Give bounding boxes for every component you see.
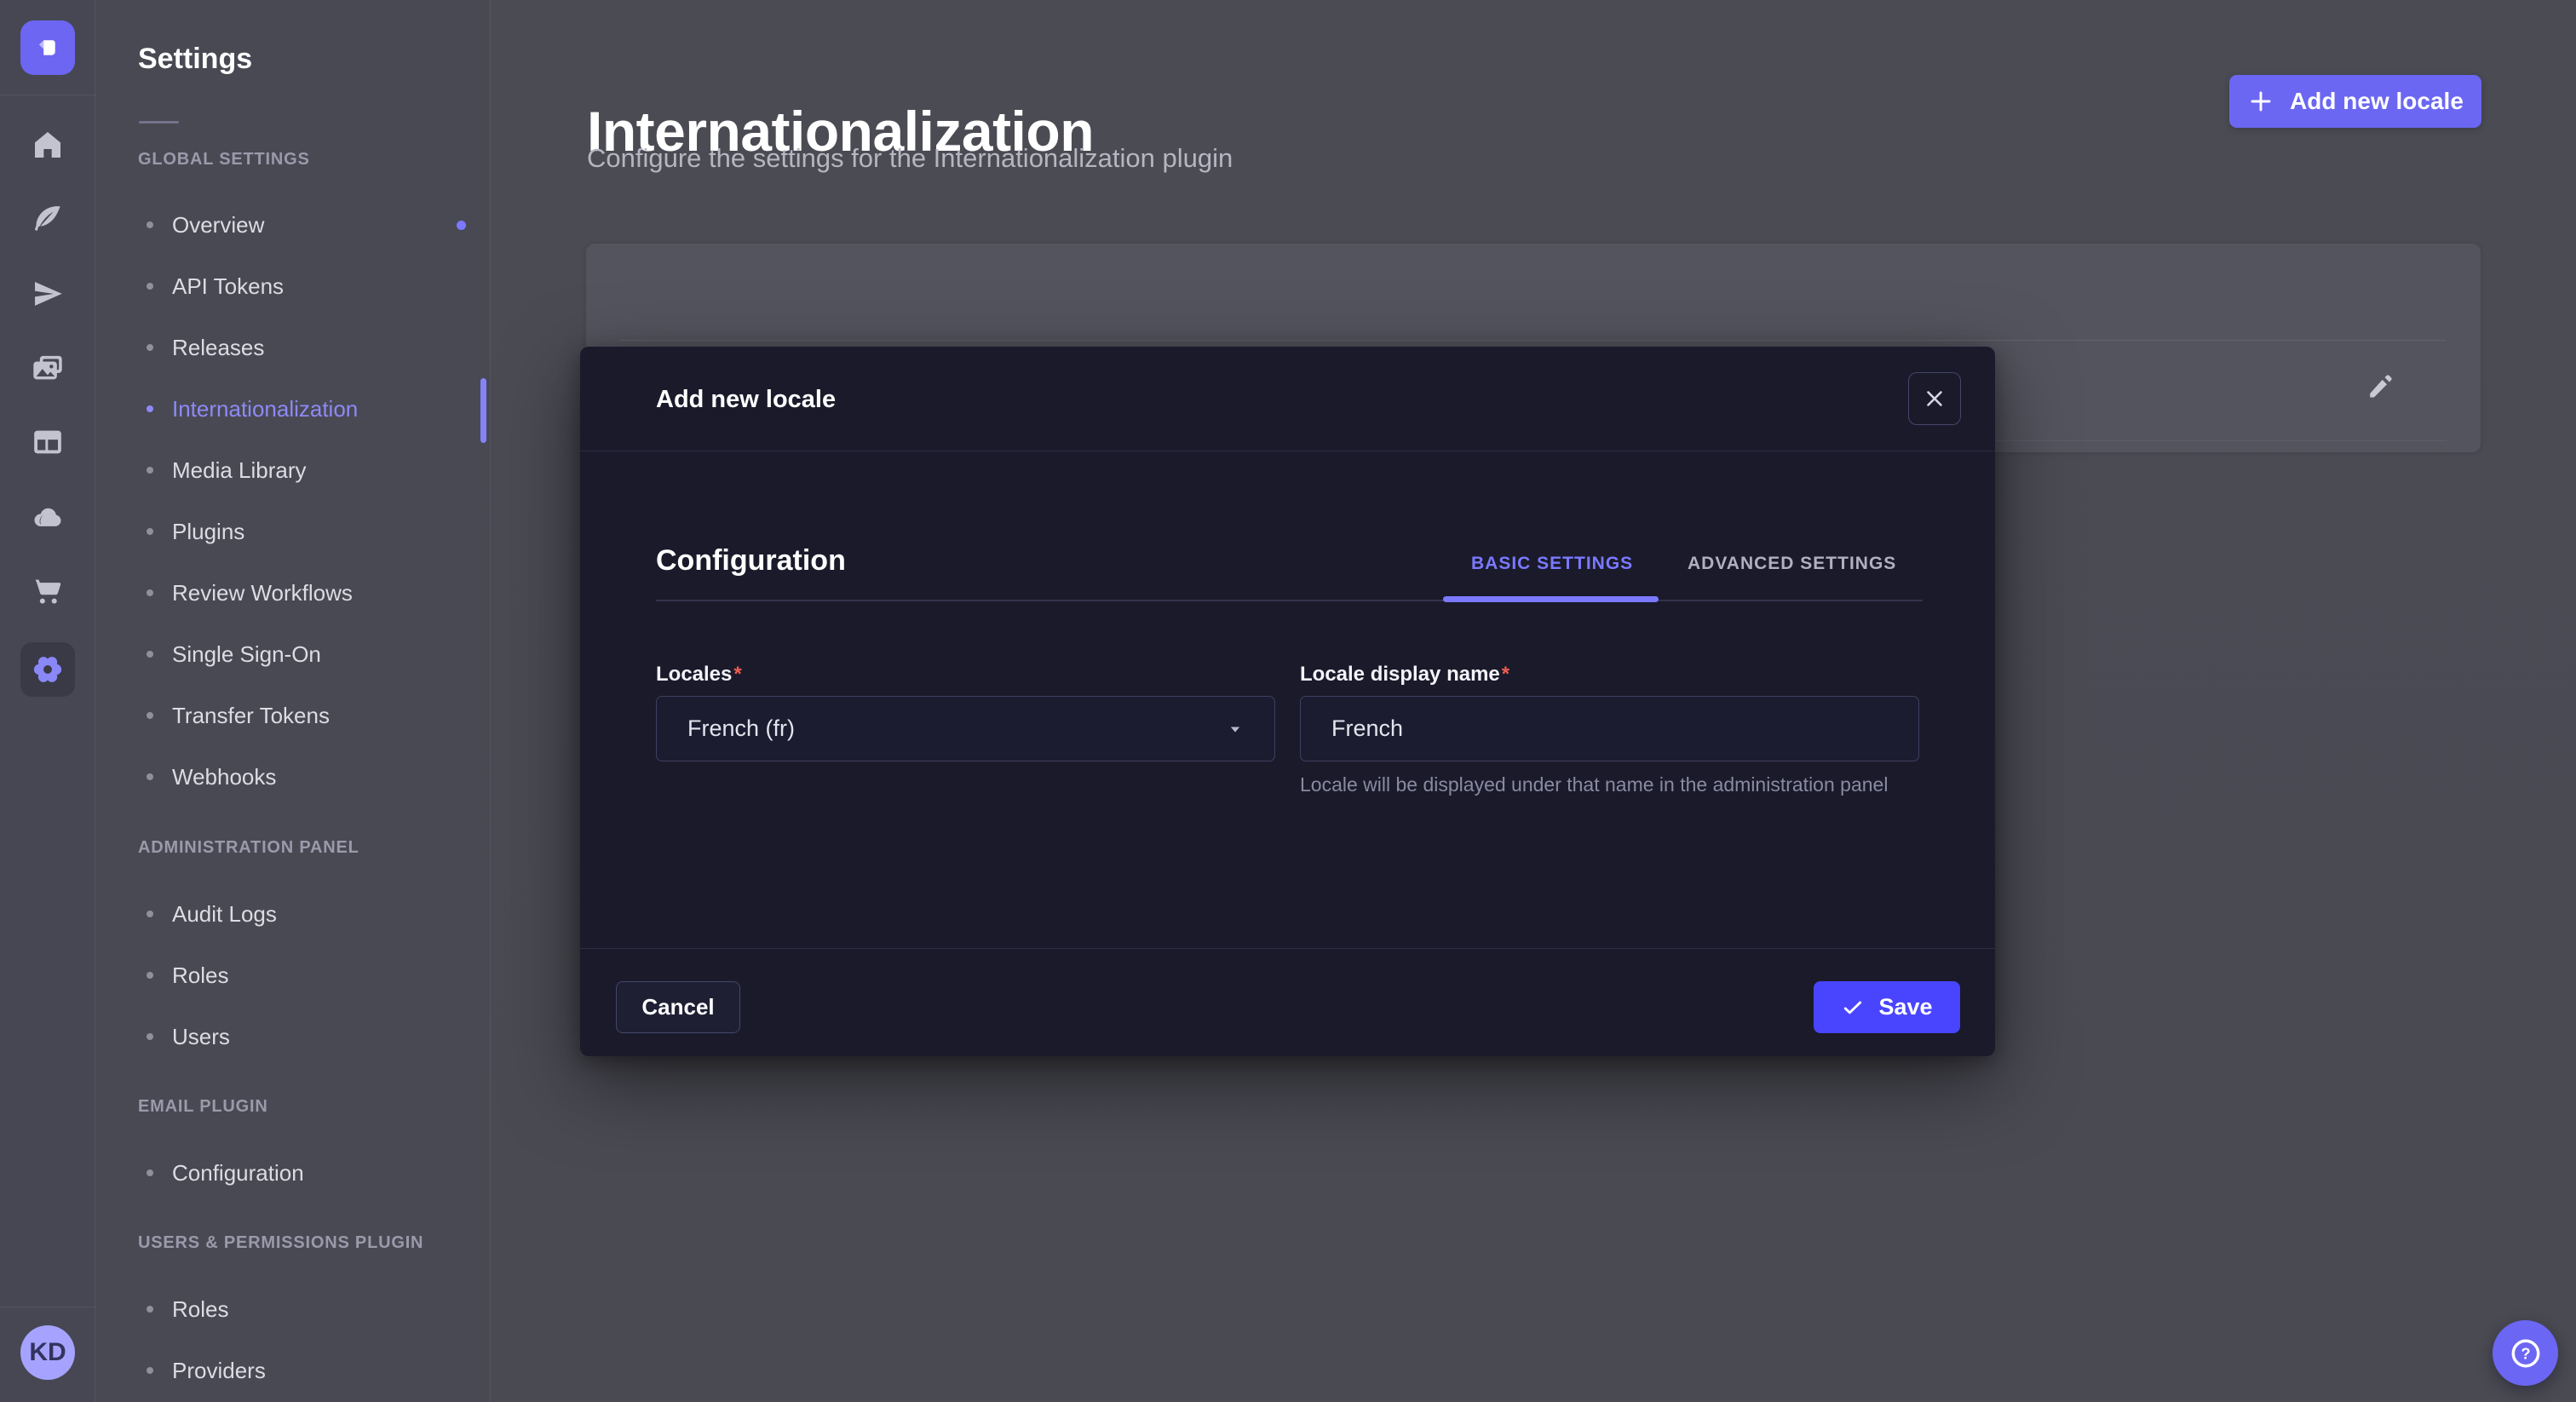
display-name-field bbox=[1300, 696, 1919, 761]
home-icon[interactable] bbox=[29, 126, 66, 164]
bullet-icon bbox=[147, 221, 153, 228]
help-icon: ? bbox=[2508, 1336, 2544, 1371]
locales-label: Locales* bbox=[656, 663, 742, 687]
active-item-indicator bbox=[480, 378, 486, 443]
close-icon bbox=[1922, 386, 1947, 411]
sidebar-item-admin-roles[interactable]: Roles bbox=[147, 958, 228, 992]
plus-icon bbox=[2247, 88, 2274, 115]
strapi-logo[interactable] bbox=[20, 20, 75, 75]
modal-footer-divider bbox=[580, 948, 1995, 949]
bullet-icon bbox=[147, 344, 153, 351]
add-button-label: Add new locale bbox=[2290, 88, 2464, 115]
sidebar-item-admin-users[interactable]: Users bbox=[147, 1020, 230, 1054]
display-name-label: Locale display name* bbox=[1300, 663, 1509, 687]
sidebar-title: Settings bbox=[138, 43, 252, 76]
help-fab-button[interactable]: ? bbox=[2493, 1320, 2558, 1386]
bullet-icon bbox=[147, 1367, 153, 1374]
sidebar-item-audit-logs[interactable]: Audit Logs bbox=[147, 897, 277, 931]
pencil-icon bbox=[2366, 372, 2395, 401]
sidebar-item-transfer-tokens[interactable]: Transfer Tokens bbox=[147, 698, 330, 733]
media-library-icon[interactable] bbox=[29, 349, 66, 387]
check-icon bbox=[1841, 996, 1865, 1020]
bullet-icon bbox=[147, 773, 153, 780]
section-users-permissions-plugin: USERS & PERMISSIONS PLUGIN bbox=[138, 1233, 423, 1253]
locales-select[interactable]: French (fr) bbox=[656, 696, 1275, 761]
sidebar-item-review-workflows[interactable]: Review Workflows bbox=[147, 576, 353, 610]
bullet-icon bbox=[147, 972, 153, 979]
required-asterisk: * bbox=[1502, 663, 1509, 686]
save-button-label: Save bbox=[1878, 994, 1932, 1020]
sidebar-item-media-library[interactable]: Media Library bbox=[147, 453, 307, 487]
modal-section-title: Configuration bbox=[656, 544, 846, 577]
feather-icon[interactable] bbox=[29, 200, 66, 238]
tab-advanced-settings[interactable]: ADVANCED SETTINGS bbox=[1688, 554, 1896, 574]
tabs-divider bbox=[656, 600, 1923, 601]
sidebar-item-plugins[interactable]: Plugins bbox=[147, 514, 244, 549]
edit-locale-button[interactable] bbox=[2365, 371, 2395, 402]
sidebar-item-up-roles[interactable]: Roles bbox=[147, 1292, 228, 1326]
cancel-button[interactable]: Cancel bbox=[616, 981, 740, 1033]
display-name-hint: Locale will be displayed under that name… bbox=[1300, 771, 1930, 799]
cart-icon[interactable] bbox=[29, 572, 66, 610]
settings-active-tile[interactable] bbox=[20, 642, 75, 697]
table-header-divider bbox=[620, 340, 2447, 341]
bullet-icon bbox=[147, 528, 153, 535]
sidebar-item-up-providers[interactable]: Providers bbox=[147, 1353, 266, 1388]
save-button[interactable]: Save bbox=[1814, 981, 1960, 1033]
sidebar-item-email-configuration[interactable]: Configuration bbox=[147, 1156, 304, 1190]
strapi-admin-screen: KD Settings GLOBAL SETTINGS Overview API… bbox=[0, 0, 2576, 1402]
sidebar-item-releases[interactable]: Releases bbox=[147, 330, 264, 365]
sidebar-item-internationalization[interactable]: Internationalization bbox=[147, 392, 358, 426]
bullet-icon bbox=[147, 405, 153, 412]
bullet-icon bbox=[147, 589, 153, 596]
bullet-icon bbox=[147, 1033, 153, 1040]
bullet-icon bbox=[147, 712, 153, 719]
settings-sidebar: Settings GLOBAL SETTINGS Overview API To… bbox=[95, 0, 491, 1402]
icon-rail: KD bbox=[0, 0, 95, 1402]
section-global-settings: GLOBAL SETTINGS bbox=[138, 150, 310, 170]
user-avatar[interactable]: KD bbox=[20, 1325, 75, 1380]
tab-basic-settings[interactable]: BASIC SETTINGS bbox=[1471, 554, 1633, 574]
chevron-down-icon bbox=[1225, 719, 1245, 739]
overview-notification-dot bbox=[457, 221, 466, 230]
modal-header: Add new locale bbox=[580, 347, 1995, 451]
paper-plane-icon[interactable] bbox=[29, 275, 66, 313]
section-email-plugin: EMAIL PLUGIN bbox=[138, 1097, 268, 1117]
modal-close-button[interactable] bbox=[1908, 372, 1961, 425]
bullet-icon bbox=[147, 1169, 153, 1176]
bullet-icon bbox=[147, 1306, 153, 1313]
svg-text:?: ? bbox=[2521, 1344, 2530, 1362]
active-tab-indicator bbox=[1443, 596, 1659, 602]
add-locale-modal: Add new locale Configuration BASIC SETTI… bbox=[580, 347, 1995, 1056]
cloud-icon[interactable] bbox=[29, 498, 66, 536]
gear-icon bbox=[29, 651, 66, 688]
sidebar-item-overview[interactable]: Overview bbox=[147, 208, 264, 242]
bullet-icon bbox=[147, 467, 153, 474]
modal-title: Add new locale bbox=[656, 386, 836, 414]
layout-icon[interactable] bbox=[29, 423, 66, 461]
display-name-input[interactable] bbox=[1301, 697, 1918, 761]
add-new-locale-button[interactable]: Add new locale bbox=[2229, 75, 2481, 128]
sidebar-title-underline bbox=[139, 121, 179, 124]
strapi-logo-glyph bbox=[32, 32, 64, 64]
bullet-icon bbox=[147, 651, 153, 658]
sidebar-item-webhooks[interactable]: Webhooks bbox=[147, 760, 276, 794]
bullet-icon bbox=[147, 911, 153, 917]
sidebar-item-single-sign-on[interactable]: Single Sign-On bbox=[147, 637, 321, 671]
page-subtitle: Configure the settings for the Internati… bbox=[587, 143, 1233, 174]
locales-selected-value: French (fr) bbox=[687, 715, 795, 742]
avatar-initials: KD bbox=[29, 1338, 66, 1367]
section-administration-panel: ADMINISTRATION PANEL bbox=[138, 838, 359, 858]
sidebar-item-api-tokens[interactable]: API Tokens bbox=[147, 269, 284, 303]
bullet-icon bbox=[147, 283, 153, 290]
required-asterisk: * bbox=[733, 663, 741, 686]
